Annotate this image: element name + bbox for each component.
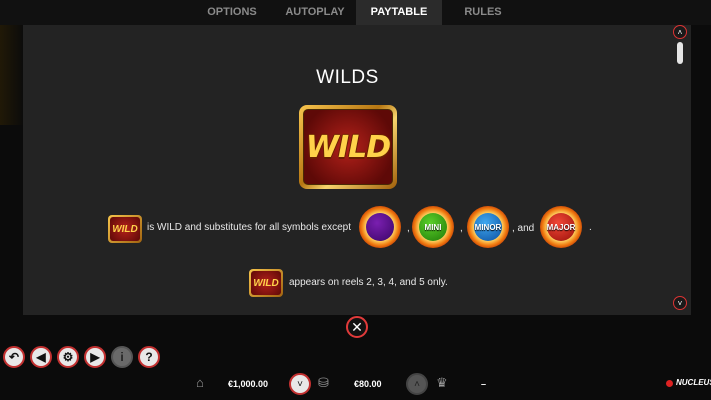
background-game: [0, 25, 24, 125]
mini-symbol: MINI: [412, 206, 454, 248]
bonus-symbol-purple: [359, 206, 401, 248]
scrollbar-thumb[interactable]: [677, 42, 683, 64]
brand-name: NUCLEUS: [676, 378, 711, 387]
tab-rules[interactable]: RULES: [443, 0, 523, 25]
play-icon[interactable]: ▶: [84, 346, 106, 368]
and-text: , and: [512, 223, 535, 234]
separator: ,: [460, 223, 463, 234]
info-icon[interactable]: i: [111, 346, 133, 368]
brand-logo-icon: [666, 380, 673, 387]
bet-value: €80.00: [354, 379, 382, 389]
period: .: [589, 222, 592, 233]
major-symbol: MAJOR: [540, 206, 582, 248]
separator: ,: [407, 223, 410, 234]
trophy-icon: ♛: [436, 375, 448, 390]
bank-icon: ⌂: [196, 375, 204, 390]
bet-decrease-button[interactable]: ˅: [289, 373, 311, 395]
scroll-up-button[interactable]: ˄: [673, 25, 687, 39]
section-title: WILDS: [316, 67, 379, 88]
scroll-down-button[interactable]: ˅: [673, 296, 687, 310]
gear-icon[interactable]: ⚙: [57, 346, 79, 368]
tab-paytable[interactable]: PAYTABLE: [356, 0, 442, 25]
win-value: –: [481, 379, 487, 389]
bet-increase-button[interactable]: ˄: [406, 373, 428, 395]
wild-symbol-large: WILD: [299, 105, 397, 189]
paytable-panel: WILDS WILD WILD is WILD and substitutes …: [23, 25, 691, 315]
minor-symbol: MINOR: [467, 206, 509, 248]
wild-symbol-small: WILD: [108, 215, 142, 243]
tab-options[interactable]: OPTIONS: [195, 0, 269, 25]
tab-autoplay[interactable]: AUTOPLAY: [275, 0, 355, 25]
tab-bar: OPTIONS AUTOPLAY PAYTABLE RULES: [0, 0, 711, 25]
balance-value: €1,000.00: [228, 379, 269, 389]
close-icon[interactable]: ✕: [346, 316, 368, 338]
back-arrow-icon[interactable]: ↶: [3, 346, 25, 368]
wild-description: is WILD and substitutes for all symbols …: [147, 222, 351, 233]
wild-symbol-small: WILD: [249, 269, 283, 297]
help-icon[interactable]: ?: [138, 346, 160, 368]
sound-icon[interactable]: ◀: [30, 346, 52, 368]
wild-symbol-text: WILD: [305, 129, 391, 165]
reels-description: appears on reels 2, 3, 4, and 5 only.: [289, 277, 448, 288]
coins-icon: ⛁: [318, 375, 329, 390]
